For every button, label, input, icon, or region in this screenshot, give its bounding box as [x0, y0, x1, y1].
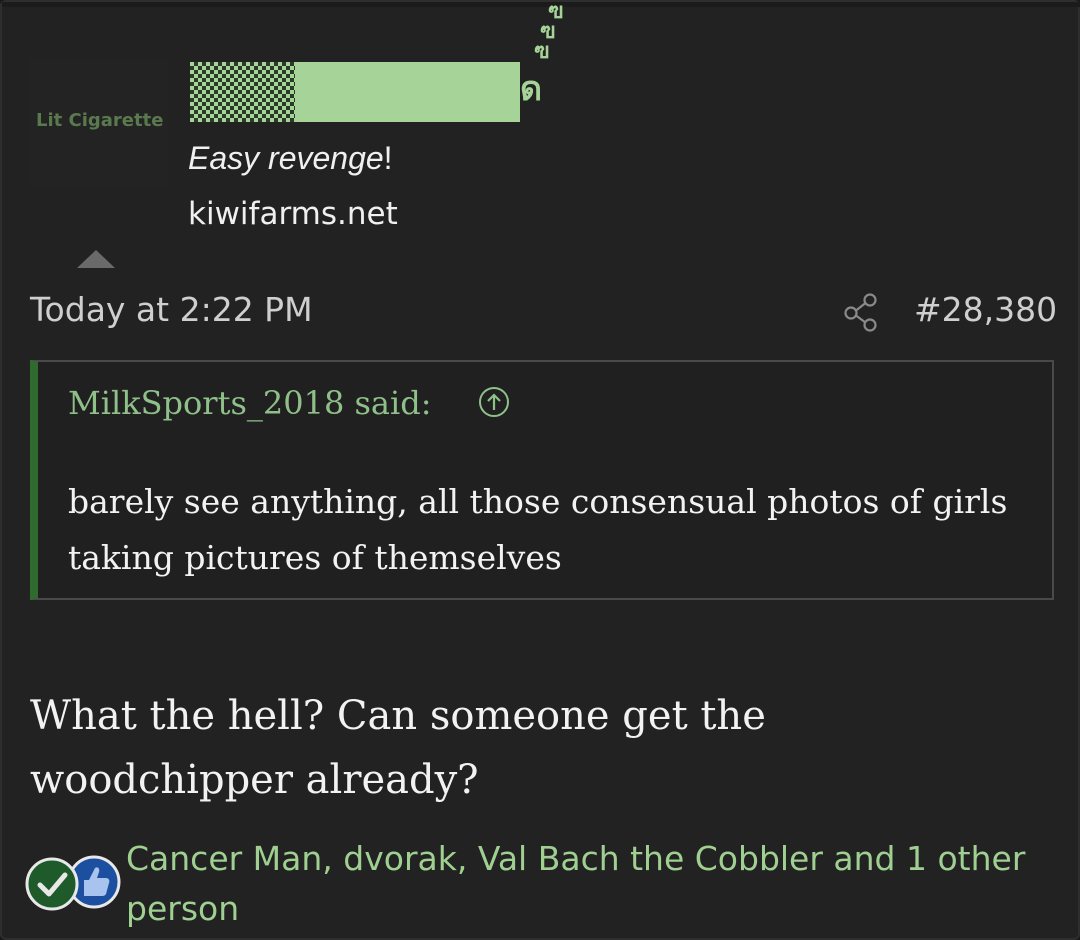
signature-text: Easy revenge! [188, 140, 393, 177]
quote-text: barely see anything, all those consensua… [68, 482, 1008, 577]
post-date[interactable]: Today at 2:22 PM [30, 290, 313, 329]
signature-italic: Easy revenge [188, 140, 384, 176]
post-message: What the hell? Can someone get the woodc… [30, 693, 766, 803]
signature-pattern [190, 62, 295, 122]
collapse-arrow-icon[interactable] [77, 250, 115, 268]
checkmark-icon [25, 857, 79, 911]
signature-glyph-decoration: ฃ ฃ ฃ ด [520, 0, 564, 109]
signature-image [190, 62, 520, 122]
quote-author[interactable]: MilkSports_2018 said: [68, 384, 431, 422]
avatar-alt-text: Lit Cigarette [36, 110, 164, 131]
quote-block: MilkSports_2018 said: barely see anythin… [30, 360, 1054, 600]
forum-post: Lit Cigarette ฃ ฃ ฃ ด Easy revenge! kiwi… [0, 0, 1080, 940]
signature-site: kiwifarms.net [188, 196, 398, 232]
reaction-icons[interactable] [24, 852, 124, 912]
post-permalink-number[interactable]: #28,380 [914, 290, 1057, 329]
reaction-summary-link[interactable]: Cancer Man, dvorak, Val Bach the Cobbler… [126, 834, 1066, 934]
share-icon[interactable] [842, 292, 882, 332]
signature-suffix: ! [383, 140, 393, 176]
arrow-up-circle-icon[interactable] [478, 386, 510, 418]
signature-block [295, 62, 520, 122]
